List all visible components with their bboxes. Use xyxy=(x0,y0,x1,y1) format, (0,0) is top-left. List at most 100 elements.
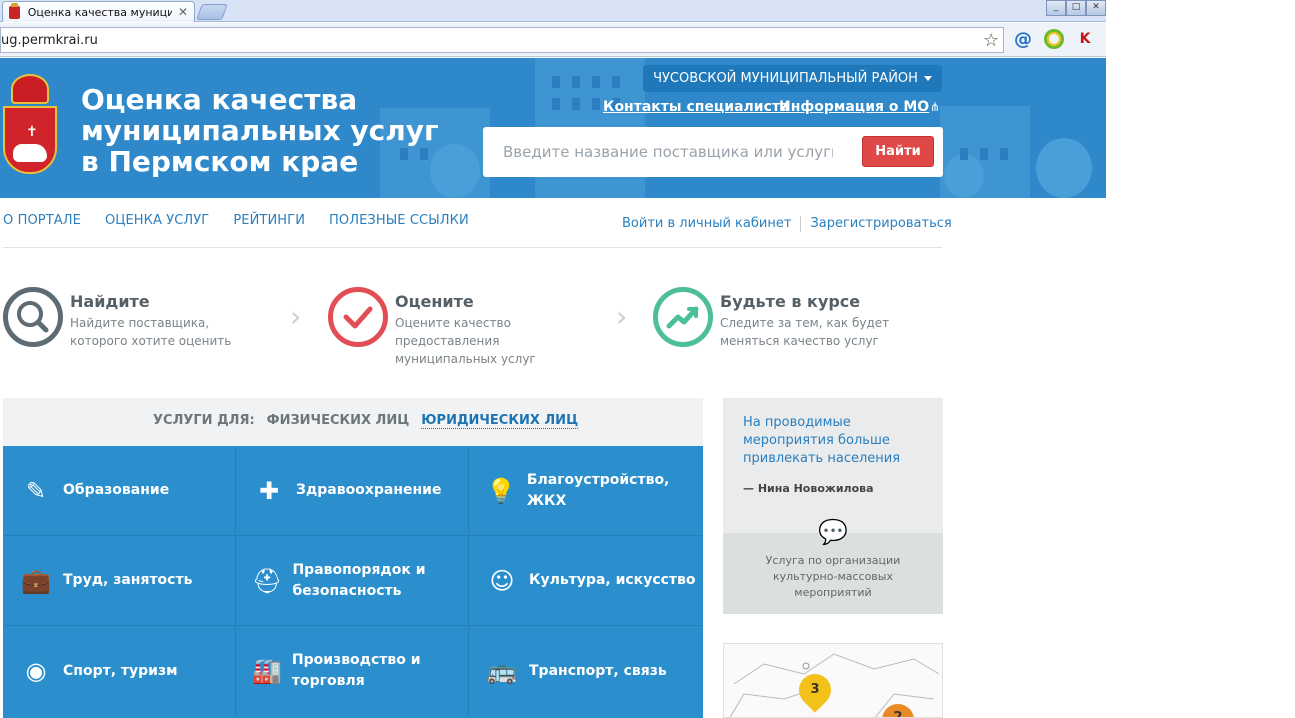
tab-physical-persons[interactable]: ФИЗИЧЕСКИХ ЛИЦ xyxy=(267,413,410,429)
nav-item-ratings[interactable]: РЕЙТИНГИ xyxy=(233,213,305,228)
nav-item-rate-services[interactable]: ОЦЕНКА УСЛУГ xyxy=(105,213,209,228)
pencil-icon: ✎ xyxy=(25,476,47,505)
maximize-button[interactable]: □ xyxy=(1066,0,1086,16)
map-pin-count: 2 xyxy=(893,710,903,718)
bookmark-star-icon[interactable]: ☆ xyxy=(983,30,999,51)
search-button[interactable]: Найти xyxy=(862,136,934,167)
briefcase-icon: 💼 xyxy=(21,566,51,595)
green-extension-icon[interactable] xyxy=(1044,29,1064,49)
login-link[interactable]: Войти в личный кабинет xyxy=(622,216,791,232)
services-for-label: УСЛУГИ ДЛЯ: xyxy=(153,413,255,428)
window-decoration xyxy=(592,76,600,88)
tab-title: Оценка качества муниципал xyxy=(27,5,172,19)
services-panel: УСЛУГИ ДЛЯ: ФИЗИЧЕСКИХ ЛИЦ ЮРИДИЧЕСКИХ Л… xyxy=(3,398,703,718)
services-grid: ✎ Образование ✚ Здравоохранение 💡 Благоу… xyxy=(3,446,703,718)
window-decoration xyxy=(592,98,600,110)
service-label: Правопорядок и безопасность xyxy=(292,561,426,599)
tab-legal-entities[interactable]: ЮРИДИЧЕСКИХ ЛИЦ xyxy=(421,413,579,429)
service-label: Благоустройство, ЖКХ xyxy=(526,471,670,509)
quote-text: На проводимые мероприятия больше привлек… xyxy=(743,415,901,466)
minimize-button[interactable]: _ xyxy=(1046,0,1066,16)
url-text[interactable]: ug.permkrai.ru xyxy=(1,33,98,48)
service-label: Спорт, туризм xyxy=(63,662,178,679)
window-decoration xyxy=(572,76,580,88)
new-tab-button[interactable] xyxy=(196,4,228,20)
map-pin-count: 3 xyxy=(810,682,820,697)
ball-icon: ◉ xyxy=(25,657,47,685)
service-label: Здравоохранение xyxy=(296,482,442,498)
tree-decoration xyxy=(1036,138,1092,198)
mask-icon: ☺ xyxy=(489,566,515,595)
step-rate: Оцените Оцените качество предоставления … xyxy=(328,287,628,366)
bus-icon: 🚌 xyxy=(487,657,517,685)
window-decoration xyxy=(960,148,968,160)
omnibox[interactable]: ug.permkrai.ru ☆ xyxy=(0,27,1004,53)
browser-tab-bar: Оценка качества муниципал ✕ _ □ ✕ xyxy=(0,0,1106,22)
step-title: Оцените xyxy=(395,292,474,311)
nav-item-about[interactable]: О ПОРТАЛЕ xyxy=(3,213,81,228)
browser-tab[interactable]: Оценка качества муниципал ✕ xyxy=(2,1,195,22)
service-education[interactable]: ✎ Образование xyxy=(3,446,236,536)
service-transport[interactable]: 🚌 Транспорт, связь xyxy=(469,626,702,716)
search-box: Найти xyxy=(483,127,943,177)
cross-icon: ✝ xyxy=(26,124,38,140)
step-title: Найдите xyxy=(70,292,150,311)
contacts-link[interactable]: Контакты специалиста xyxy=(603,99,789,115)
sitemap-icon[interactable]: ⋔ xyxy=(930,100,940,114)
mail-extension-icon[interactable]: @ xyxy=(1013,29,1033,50)
register-link[interactable]: Зарегистрироваться xyxy=(810,216,951,232)
divider xyxy=(3,247,942,248)
service-production[interactable]: 🏭 Производство и торговля xyxy=(236,626,469,716)
quote-author: — Нина Новожилова xyxy=(743,482,874,495)
window-decoration xyxy=(552,76,560,88)
service-healthcare[interactable]: ✚ Здравоохранение xyxy=(236,446,469,536)
close-window-button[interactable]: ✕ xyxy=(1086,0,1106,16)
window-decoration xyxy=(572,98,580,110)
search-input[interactable] xyxy=(503,143,833,161)
tree-decoration xyxy=(944,154,984,198)
service-housing[interactable]: 💡 Благоустройство, ЖКХ xyxy=(469,446,702,536)
step-desc: Найдите поставщика, которого хотите оцен… xyxy=(70,316,232,348)
chevron-right-icon: › xyxy=(290,300,302,333)
auth-nav: Войти в личный кабинет Зарегистрироватьс… xyxy=(622,216,952,232)
kaspersky-extension-icon[interactable]: K xyxy=(1075,29,1095,49)
divider xyxy=(800,216,802,232)
step-desc: Оцените качество предоставления муниципа… xyxy=(395,316,536,366)
window-decoration xyxy=(612,76,620,88)
service-sport[interactable]: ◉ Спорт, туризм xyxy=(3,626,236,716)
site-title[interactable]: Оценка качества муниципальных услуг в Пе… xyxy=(81,84,441,177)
tab-close-icon[interactable]: ✕ xyxy=(178,5,188,19)
district-selector[interactable]: ЧУСОВСКОЙ МУНИЦИПАЛЬНЫЙ РАЙОН xyxy=(643,65,942,92)
service-culture[interactable]: ☺ Культура, искусство xyxy=(469,536,702,626)
district-label: ЧУСОВСКОЙ МУНИЦИПАЛЬНЫЙ РАЙОН xyxy=(653,71,918,86)
crown-icon xyxy=(11,74,49,104)
map-widget[interactable]: 3 2 xyxy=(723,643,943,718)
speech-bubbles-icon: 💬 xyxy=(818,518,848,546)
service-law-order[interactable]: ⛑ Правопорядок и безопасность xyxy=(236,536,469,626)
step-title: Будьте в курсе xyxy=(720,292,861,311)
address-bar: ug.permkrai.ru ☆ @ K xyxy=(0,23,1106,57)
perm-coat-of-arms-logo[interactable]: ✝ xyxy=(3,74,57,174)
nav-item-useful-links[interactable]: ПОЛЕЗНЫЕ ССЫЛКИ xyxy=(329,213,469,228)
mo-info-link[interactable]: Информация о МО xyxy=(779,99,929,115)
step-stay-informed: Будьте в курсе Следите за тем, как будет… xyxy=(653,287,953,349)
factory-icon: 🏭 xyxy=(252,657,282,685)
map-borders xyxy=(729,653,940,717)
police-cap-icon: ⛑ xyxy=(252,566,283,595)
site-header: ✝ Оценка качества муниципальных услуг в … xyxy=(0,58,1106,198)
services-audience-switch: УСЛУГИ ДЛЯ: ФИЗИЧЕСКИХ ЛИЦ ЮРИДИЧЕСКИХ Л… xyxy=(153,413,590,429)
service-employment[interactable]: 💼 Труд, занятость xyxy=(3,536,236,626)
caret-down-icon xyxy=(923,76,932,81)
window-decoration xyxy=(980,148,988,160)
medkit-icon: ✚ xyxy=(258,476,280,505)
service-label: Транспорт, связь xyxy=(529,662,667,679)
service-label: Производство и торговля xyxy=(291,652,421,689)
quote-card[interactable]: На проводимые мероприятия больше привлек… xyxy=(723,398,943,614)
favicon-icon xyxy=(9,2,20,19)
trend-up-icon xyxy=(653,287,713,347)
window-controls: _ □ ✕ xyxy=(1046,0,1106,16)
main-nav: О ПОРТАЛЕ ОЦЕНКА УСЛУГ РЕЙТИНГИ ПОЛЕЗНЫЕ… xyxy=(3,213,493,228)
window-decoration xyxy=(1000,148,1008,160)
step-desc: Следите за тем, как будет меняться качес… xyxy=(720,316,890,348)
step-find: Найдите Найдите поставщика, которого хот… xyxy=(3,287,303,349)
